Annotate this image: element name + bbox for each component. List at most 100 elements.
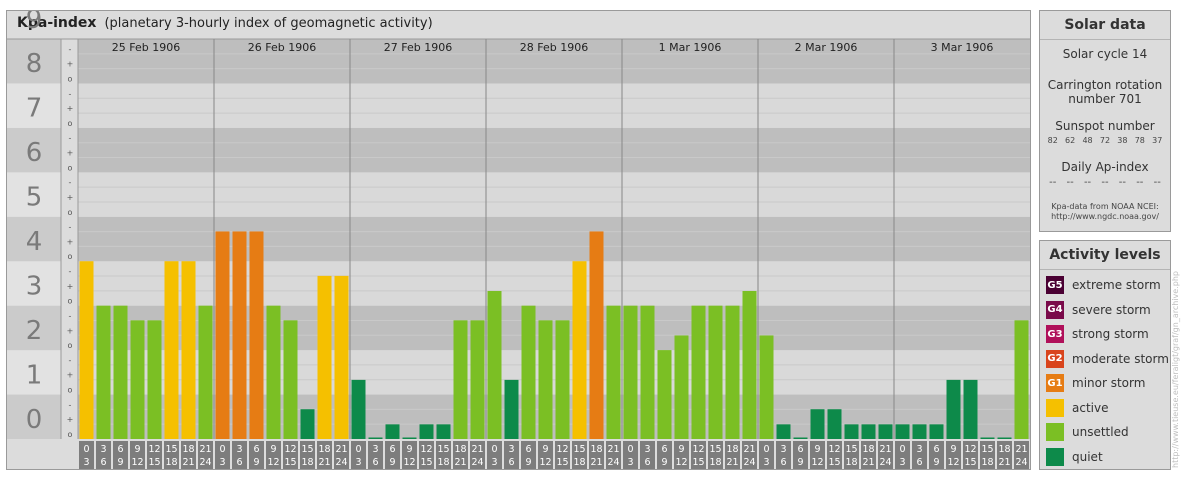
interval-start-label: 12 — [420, 444, 432, 455]
interval-end-label: 6 — [372, 457, 378, 468]
interval-start-label: 12 — [556, 444, 568, 455]
interval-end-label: 12 — [675, 457, 687, 468]
day-label: 25 Feb 1906 — [112, 41, 180, 54]
day-label: 26 Feb 1906 — [248, 41, 316, 54]
y-subtick-label: + — [67, 371, 74, 380]
interval-end-label: 3 — [355, 457, 361, 468]
interval-end-label: 24 — [743, 457, 755, 468]
y-tick-label: 6 — [26, 138, 43, 168]
interval-start-label: 6 — [661, 444, 667, 455]
legend-item: G3 strong storm — [1040, 322, 1170, 347]
legend-label: severe storm — [1072, 302, 1151, 317]
y-subtick-label: + — [67, 60, 74, 69]
interval-start-label: 9 — [270, 444, 276, 455]
interval-start-label: 15 — [573, 444, 585, 455]
kp-bar — [266, 305, 281, 439]
watermark: http://www.tieuse.eu/feraligt/graf/gn_ar… — [1171, 271, 1180, 468]
ap-values: -- -- -- -- -- -- -- — [1040, 177, 1170, 188]
carrington-line2: number 701 — [1068, 92, 1142, 106]
kp-bar — [198, 305, 213, 439]
legend-swatch: G4 — [1046, 300, 1064, 319]
background-band — [78, 83, 1030, 128]
interval-start-label: 18 — [590, 444, 602, 455]
kp-bar — [232, 231, 247, 439]
solar-data-panel: Solar data Solar cycle 14 Carrington rot… — [1039, 10, 1171, 232]
kp-bar — [113, 305, 128, 439]
legend-label: strong storm — [1072, 327, 1149, 342]
interval-end-label: 6 — [916, 457, 922, 468]
interval-end-label: 18 — [573, 457, 585, 468]
legend-item: G5 extreme storm — [1040, 273, 1170, 298]
kp-bar — [181, 261, 196, 439]
kp-bar — [725, 305, 740, 439]
kp-bar — [980, 437, 995, 439]
interval-end-label: 3 — [899, 457, 905, 468]
ap-value: -- — [1136, 177, 1144, 188]
ap-value: -- — [1101, 177, 1109, 188]
y-subtick-label: + — [67, 282, 74, 291]
y-tick-label: 3 — [26, 271, 43, 301]
y-subtick-label: - — [69, 356, 72, 365]
ap-heading: Daily Ap-index — [1061, 160, 1149, 174]
legend-item: quiet — [1040, 445, 1170, 470]
legend-label: moderate storm — [1072, 351, 1169, 366]
interval-start-label: 18 — [726, 444, 738, 455]
interval-start-label: 12 — [284, 444, 296, 455]
interval-end-label: 24 — [335, 457, 347, 468]
kp-bar — [759, 335, 774, 439]
interval-start-label: 6 — [797, 444, 803, 455]
interval-start-label: 18 — [998, 444, 1010, 455]
kp-bar — [640, 305, 655, 439]
background-band — [78, 172, 1030, 217]
kp-bar — [130, 320, 145, 439]
interval-end-label: 6 — [780, 457, 786, 468]
sunspot-values: 82 62 48 72 38 78 37 — [1040, 136, 1170, 145]
kp-bar — [912, 424, 927, 439]
interval-end-label: 6 — [508, 457, 514, 468]
y-tick-label: 2 — [26, 316, 43, 346]
interval-end-label: 24 — [1015, 457, 1027, 468]
sunspot-value: 78 — [1134, 136, 1145, 145]
kp-bar — [419, 424, 434, 439]
kp-bar — [504, 379, 519, 439]
y-subtick-label: o — [68, 430, 73, 439]
y-tick-label: 4 — [26, 227, 43, 257]
interval-end-label: 3 — [491, 457, 497, 468]
kp-bar — [657, 350, 672, 439]
interval-start-label: 0 — [627, 444, 633, 455]
interval-end-label: 12 — [539, 457, 551, 468]
kp-bar — [96, 305, 111, 439]
interval-start-label: 3 — [780, 444, 786, 455]
interval-start-label: 21 — [471, 444, 483, 455]
sunspot-heading: Sunspot number — [1055, 119, 1155, 133]
background-band — [78, 127, 1030, 173]
kp-bar — [1014, 320, 1029, 439]
kp-bar — [470, 320, 485, 439]
interval-end-label: 6 — [100, 457, 106, 468]
legend-item: active — [1040, 396, 1170, 421]
legend-label: unsettled — [1072, 425, 1129, 440]
y-subtick-label: - — [69, 267, 72, 276]
y-subtick-label: - — [69, 400, 72, 409]
interval-start-label: 15 — [709, 444, 721, 455]
interval-end-label: 3 — [763, 457, 769, 468]
interval-end-label: 3 — [83, 457, 89, 468]
kp-bar — [929, 424, 944, 439]
interval-start-label: 0 — [219, 444, 225, 455]
kp-bar — [368, 437, 383, 439]
interval-end-label: 15 — [284, 457, 296, 468]
day-label: 28 Feb 1906 — [520, 41, 588, 54]
y-tick-label: 5 — [26, 183, 43, 213]
interval-end-label: 15 — [692, 457, 704, 468]
interval-start-label: 3 — [916, 444, 922, 455]
y-tick-label: 8 — [26, 49, 43, 79]
interval-start-label: 18 — [862, 444, 874, 455]
interval-start-label: 0 — [83, 444, 89, 455]
y-tick-label: 0 — [26, 405, 43, 435]
sunspot-value: 37 — [1152, 136, 1163, 145]
legend-swatch — [1046, 423, 1064, 442]
credit-link[interactable]: http://www.ngdc.noaa.gov/ — [1040, 212, 1170, 222]
interval-start-label: 6 — [525, 444, 531, 455]
interval-end-label: 9 — [525, 457, 531, 468]
ap-value: -- — [1118, 177, 1126, 188]
